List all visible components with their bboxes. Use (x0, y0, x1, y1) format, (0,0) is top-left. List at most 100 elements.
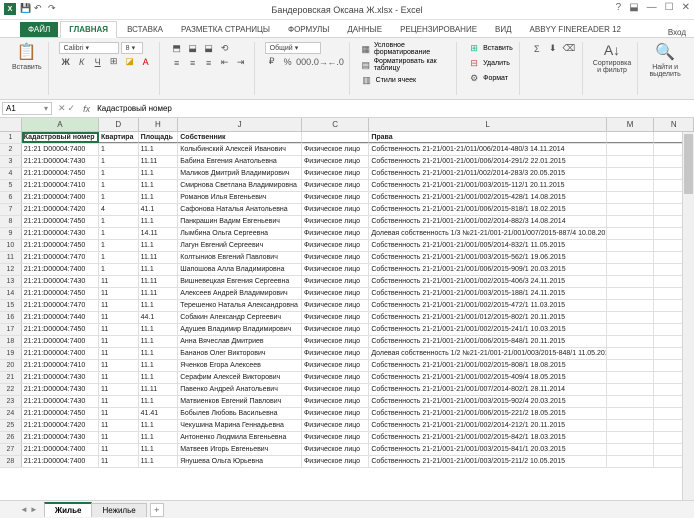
data-cell[interactable]: 11.1 (139, 336, 179, 347)
row-header[interactable]: 23 (0, 396, 22, 407)
data-cell[interactable]: Лагун Евгений Сергеевич (178, 240, 302, 251)
data-cell[interactable]: 11.1 (139, 420, 179, 431)
data-cell[interactable]: 11 (99, 444, 139, 455)
data-cell[interactable]: 11.1 (139, 444, 179, 455)
data-cell[interactable]: Собственность 21-21/001-21/001/002/2015-… (369, 324, 607, 335)
data-cell[interactable]: Физическое лицо (302, 420, 369, 431)
data-cell[interactable]: Собственность 21-21/001-21/001/003/2015-… (369, 456, 607, 467)
data-cell[interactable]: 11.11 (139, 276, 179, 287)
data-cell[interactable]: Бананов Олег Викторович (178, 348, 302, 359)
clear-button[interactable]: ⌫ (562, 42, 576, 55)
indent-inc-button[interactable]: ⇥ (234, 56, 248, 69)
formula-input[interactable] (94, 103, 694, 114)
data-cell[interactable]: Физическое лицо (302, 372, 369, 383)
data-cell[interactable]: Собственность 21-21/001-21/001/003/2015-… (369, 288, 607, 299)
data-cell[interactable]: Физическое лицо (302, 312, 369, 323)
data-cell[interactable]: 11.1 (139, 396, 179, 407)
data-cell[interactable] (607, 156, 655, 167)
data-cell[interactable]: Физическое лицо (302, 168, 369, 179)
data-cell[interactable]: Физическое лицо (302, 252, 369, 263)
data-cell[interactable]: Собственность 21-21/001-21/001/002/2015-… (369, 276, 607, 287)
data-cell[interactable] (607, 300, 655, 311)
data-cell[interactable] (607, 276, 655, 287)
data-cell[interactable]: 41.41 (139, 408, 179, 419)
data-cell[interactable]: 11.1 (139, 264, 179, 275)
row-header[interactable]: 8 (0, 216, 22, 227)
data-cell[interactable]: Собакин Александр Сергеевич (178, 312, 302, 323)
data-cell[interactable]: 1 (99, 252, 139, 263)
data-cell[interactable]: Собственность 21-21/001-21/001/003/2015-… (369, 396, 607, 407)
font-color-button[interactable]: A (139, 55, 153, 68)
tab-review[interactable]: РЕЦЕНЗИРОВАНИЕ (392, 22, 485, 37)
data-cell[interactable]: Анна Вячеслав Дмитриев (178, 336, 302, 347)
column-header[interactable]: C (302, 118, 369, 131)
percent-button[interactable]: % (281, 55, 295, 68)
data-cell[interactable]: Бабина Евгения Анатольевна (178, 156, 302, 167)
data-cell[interactable]: 1 (99, 264, 139, 275)
row-header[interactable]: 21 (0, 372, 22, 383)
data-cell[interactable]: 11 (99, 348, 139, 359)
find-select-button[interactable]: 🔍 Найти и выделить (648, 42, 682, 78)
data-cell[interactable]: Физическое лицо (302, 228, 369, 239)
row-header[interactable]: 10 (0, 240, 22, 251)
data-cell[interactable]: 21:21:D00004:7400 (22, 444, 99, 455)
data-cell[interactable]: Собственность 21-21/001-21/001/006/2015-… (369, 204, 607, 215)
row-header[interactable]: 6 (0, 192, 22, 203)
data-cell[interactable]: 11 (99, 420, 139, 431)
data-cell[interactable]: 11.1 (139, 144, 179, 155)
data-cell[interactable]: Физическое лицо (302, 216, 369, 227)
data-cell[interactable]: 21:21:D00004:7430 (22, 384, 99, 395)
data-cell[interactable]: Собственность 21-21/001-21/001/003/2015-… (369, 444, 607, 455)
delete-cells-button[interactable]: ⊟Удалить (467, 57, 513, 70)
insert-cells-button[interactable]: ⊞Вставить (467, 42, 513, 55)
data-cell[interactable]: 11.1 (139, 168, 179, 179)
tab-data[interactable]: ДАННЫЕ (339, 22, 390, 37)
data-cell[interactable] (607, 240, 655, 251)
data-cell[interactable]: Физическое лицо (302, 192, 369, 203)
data-cell[interactable]: Физическое лицо (302, 180, 369, 191)
data-cell[interactable]: Физическое лицо (302, 276, 369, 287)
data-cell[interactable]: Физическое лицо (302, 396, 369, 407)
save-icon[interactable]: 💾 (20, 3, 30, 13)
data-cell[interactable]: Павенко Андрей Анатольевич (178, 384, 302, 395)
data-cell[interactable]: 11.1 (139, 300, 179, 311)
data-cell[interactable]: 11 (99, 384, 139, 395)
data-cell[interactable]: Физическое лицо (302, 240, 369, 251)
format-as-table-button[interactable]: ▤Форматировать как таблицу (360, 58, 450, 72)
data-cell[interactable] (607, 384, 655, 395)
row-header[interactable]: 3 (0, 156, 22, 167)
data-cell[interactable]: Лымбина Ольга Сергеевна (178, 228, 302, 239)
header-cell[interactable]: Квартира (99, 132, 139, 143)
row-header[interactable]: 14 (0, 288, 22, 299)
inc-decimal-button[interactable]: .0→ (313, 55, 327, 68)
row-header[interactable]: 13 (0, 276, 22, 287)
data-cell[interactable]: 11 (99, 432, 139, 443)
redo-icon[interactable]: ↷ (48, 3, 58, 13)
data-cell[interactable] (607, 408, 655, 419)
header-cell[interactable]: Права (369, 132, 607, 143)
data-cell[interactable] (607, 288, 655, 299)
row-header[interactable]: 16 (0, 312, 22, 323)
data-cell[interactable]: 21:21:D00004:7450 (22, 168, 99, 179)
data-cell[interactable]: 21:21:D00004:7470 (22, 300, 99, 311)
data-cell[interactable]: 11 (99, 396, 139, 407)
data-cell[interactable]: 11.1 (139, 216, 179, 227)
data-cell[interactable]: Собственность 21-21/001-21/001/002/2015-… (369, 300, 607, 311)
data-cell[interactable]: Матвеев Игорь Евгеньевич (178, 444, 302, 455)
data-cell[interactable]: 11 (99, 372, 139, 383)
minimize-icon[interactable]: — (647, 2, 657, 13)
header-cell[interactable]: Кадастровый номер (22, 132, 99, 143)
data-cell[interactable]: 11 (99, 336, 139, 347)
data-cell[interactable]: 11 (99, 288, 139, 299)
data-cell[interactable]: Панкрашин Вадим Евгеньевич (178, 216, 302, 227)
data-cell[interactable] (607, 192, 655, 203)
data-cell[interactable]: 21:21:D00004:7470 (22, 252, 99, 263)
data-cell[interactable]: 21:21:D00004:7400 (22, 348, 99, 359)
data-cell[interactable]: Смирнова Светлана Владимировна (178, 180, 302, 191)
tab-view[interactable]: ВИД (487, 22, 520, 37)
data-cell[interactable]: 11.1 (139, 180, 179, 191)
data-cell[interactable]: Собственность 21-21/001-21/001/002/2014-… (369, 216, 607, 227)
data-cell[interactable]: Физическое лицо (302, 444, 369, 455)
tab-layout[interactable]: РАЗМЕТКА СТРАНИЦЫ (173, 22, 278, 37)
fill-button[interactable]: ⬇ (546, 42, 560, 55)
